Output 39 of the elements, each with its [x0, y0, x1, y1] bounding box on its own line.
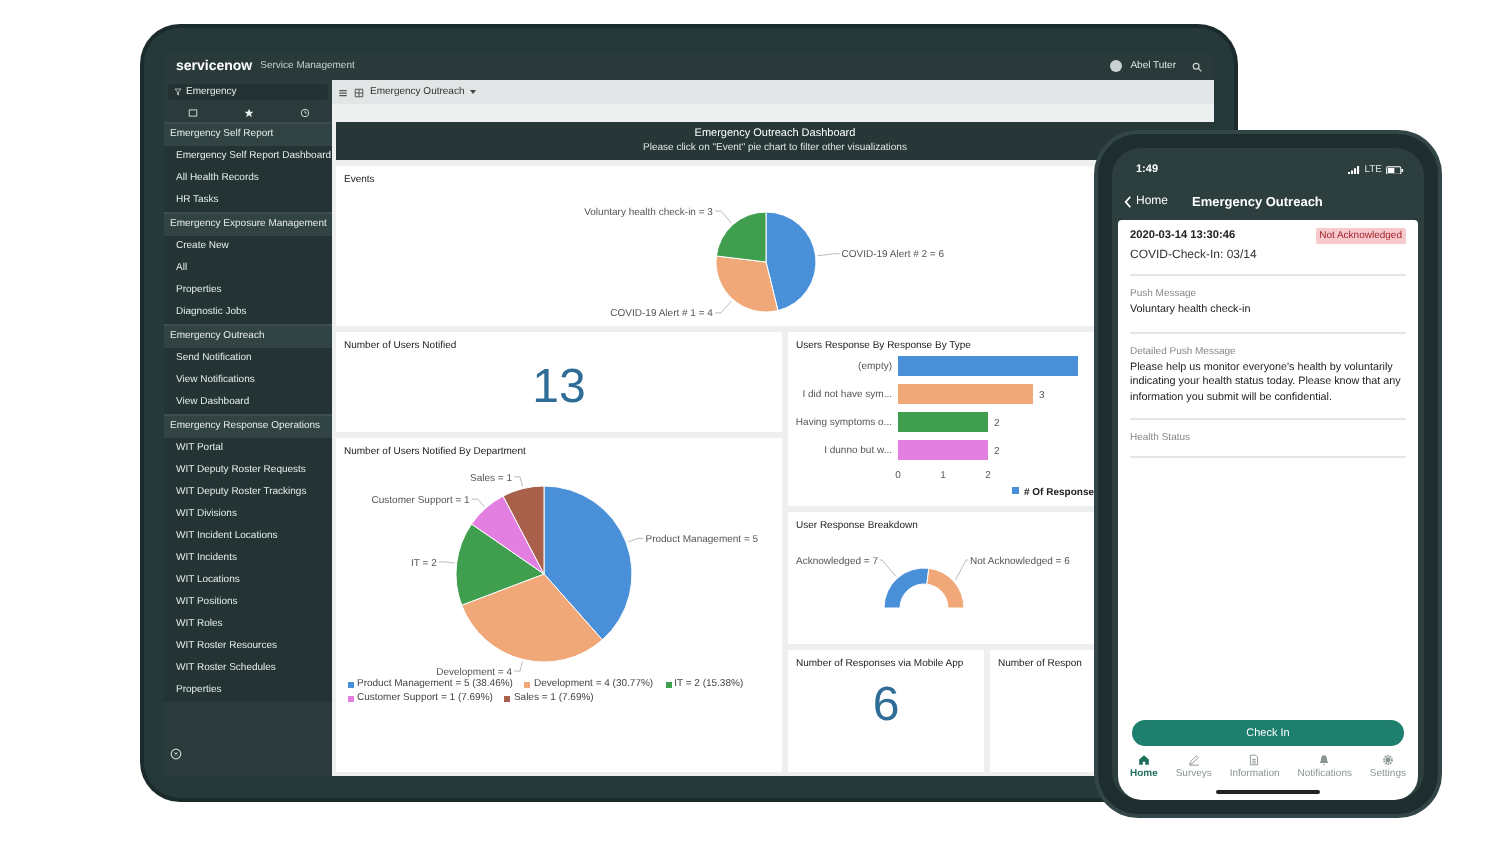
- leader-line: [879, 559, 897, 577]
- pie-slice[interactable]: [715, 255, 779, 313]
- clock-icon[interactable]: [299, 107, 309, 117]
- home-indicator: [1216, 790, 1320, 794]
- leader-line: [513, 661, 523, 672]
- metric-value: 13: [532, 360, 586, 416]
- metric-value: 6: [872, 678, 900, 734]
- home-icon: [1137, 754, 1150, 766]
- search-icon[interactable]: [1192, 61, 1202, 71]
- leader-line: [438, 561, 456, 564]
- menu-icon[interactable]: [338, 87, 348, 97]
- leader-line: [817, 253, 840, 257]
- grid-icon[interactable]: [354, 87, 364, 97]
- leader-line: [513, 476, 523, 487]
- pie-slice[interactable]: [765, 211, 817, 312]
- pie-slice[interactable]: [715, 211, 767, 263]
- leader-line: [714, 300, 732, 314]
- pie-slice[interactable]: [455, 523, 545, 606]
- bell-icon: [1318, 754, 1331, 766]
- pie-slice[interactable]: [543, 485, 633, 641]
- signal-icon: [1348, 165, 1361, 175]
- caret-icon[interactable]: [470, 90, 477, 94]
- collapse-icon[interactable]: [170, 748, 182, 760]
- pie-slice[interactable]: [502, 485, 545, 575]
- battery-icon: [1386, 165, 1404, 175]
- pencil-icon: [1187, 754, 1200, 766]
- chevron-icon: [1124, 196, 1132, 208]
- avatar-icon[interactable]: [1110, 60, 1123, 72]
- settings-icon: [1381, 754, 1394, 766]
- leader-line: [714, 210, 732, 224]
- leader-line: [955, 559, 969, 581]
- filter-icon: [174, 88, 182, 96]
- document-icon: [1248, 754, 1261, 766]
- star-icon[interactable]: [243, 107, 253, 117]
- leader-line: [627, 538, 644, 543]
- donut-segment[interactable]: [883, 567, 930, 609]
- pie-slice[interactable]: [471, 495, 545, 575]
- pie-slice[interactable]: [461, 573, 603, 663]
- leader-line: [471, 498, 485, 508]
